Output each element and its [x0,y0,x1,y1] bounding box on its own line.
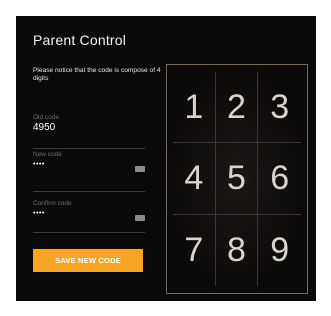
new-code-underline [33,191,145,192]
key-5[interactable]: 5 [215,143,259,215]
save-new-code-button[interactable]: SAVE NEW CODE [33,249,143,272]
key-1[interactable]: 1 [173,72,216,144]
confirm-code-label: Confirm code [33,200,72,207]
keyboard-icon[interactable] [135,215,145,221]
code-length-notice: Please notice that the code is compose o… [33,67,161,82]
key-9[interactable]: 9 [258,215,301,286]
new-code-label: New code [33,151,62,158]
keyboard-icon[interactable] [135,166,145,172]
confirm-code-field[interactable]: Confirm code •••• [33,200,145,233]
key-3[interactable]: 3 [258,72,301,144]
page-title: Parent Control [33,32,127,48]
old-code-field[interactable]: Old code 4950 [33,114,145,149]
old-code-value: 4950 [33,122,56,133]
old-code-underline [33,148,145,149]
key-2[interactable]: 2 [215,72,259,144]
parent-control-screen: Parent Control Please notice that the co… [16,16,316,301]
key-6[interactable]: 6 [258,143,301,215]
key-7[interactable]: 7 [173,214,216,286]
confirm-code-underline [33,232,145,233]
key-4[interactable]: 4 [173,143,216,215]
new-code-field[interactable]: New code •••• [33,151,145,192]
new-code-value: •••• [33,161,45,168]
old-code-label: Old code [33,114,60,121]
key-8[interactable]: 8 [216,214,259,286]
numeric-keypad: 1 2 3 4 5 6 7 8 9 [166,64,308,294]
confirm-code-value: •••• [33,210,45,217]
